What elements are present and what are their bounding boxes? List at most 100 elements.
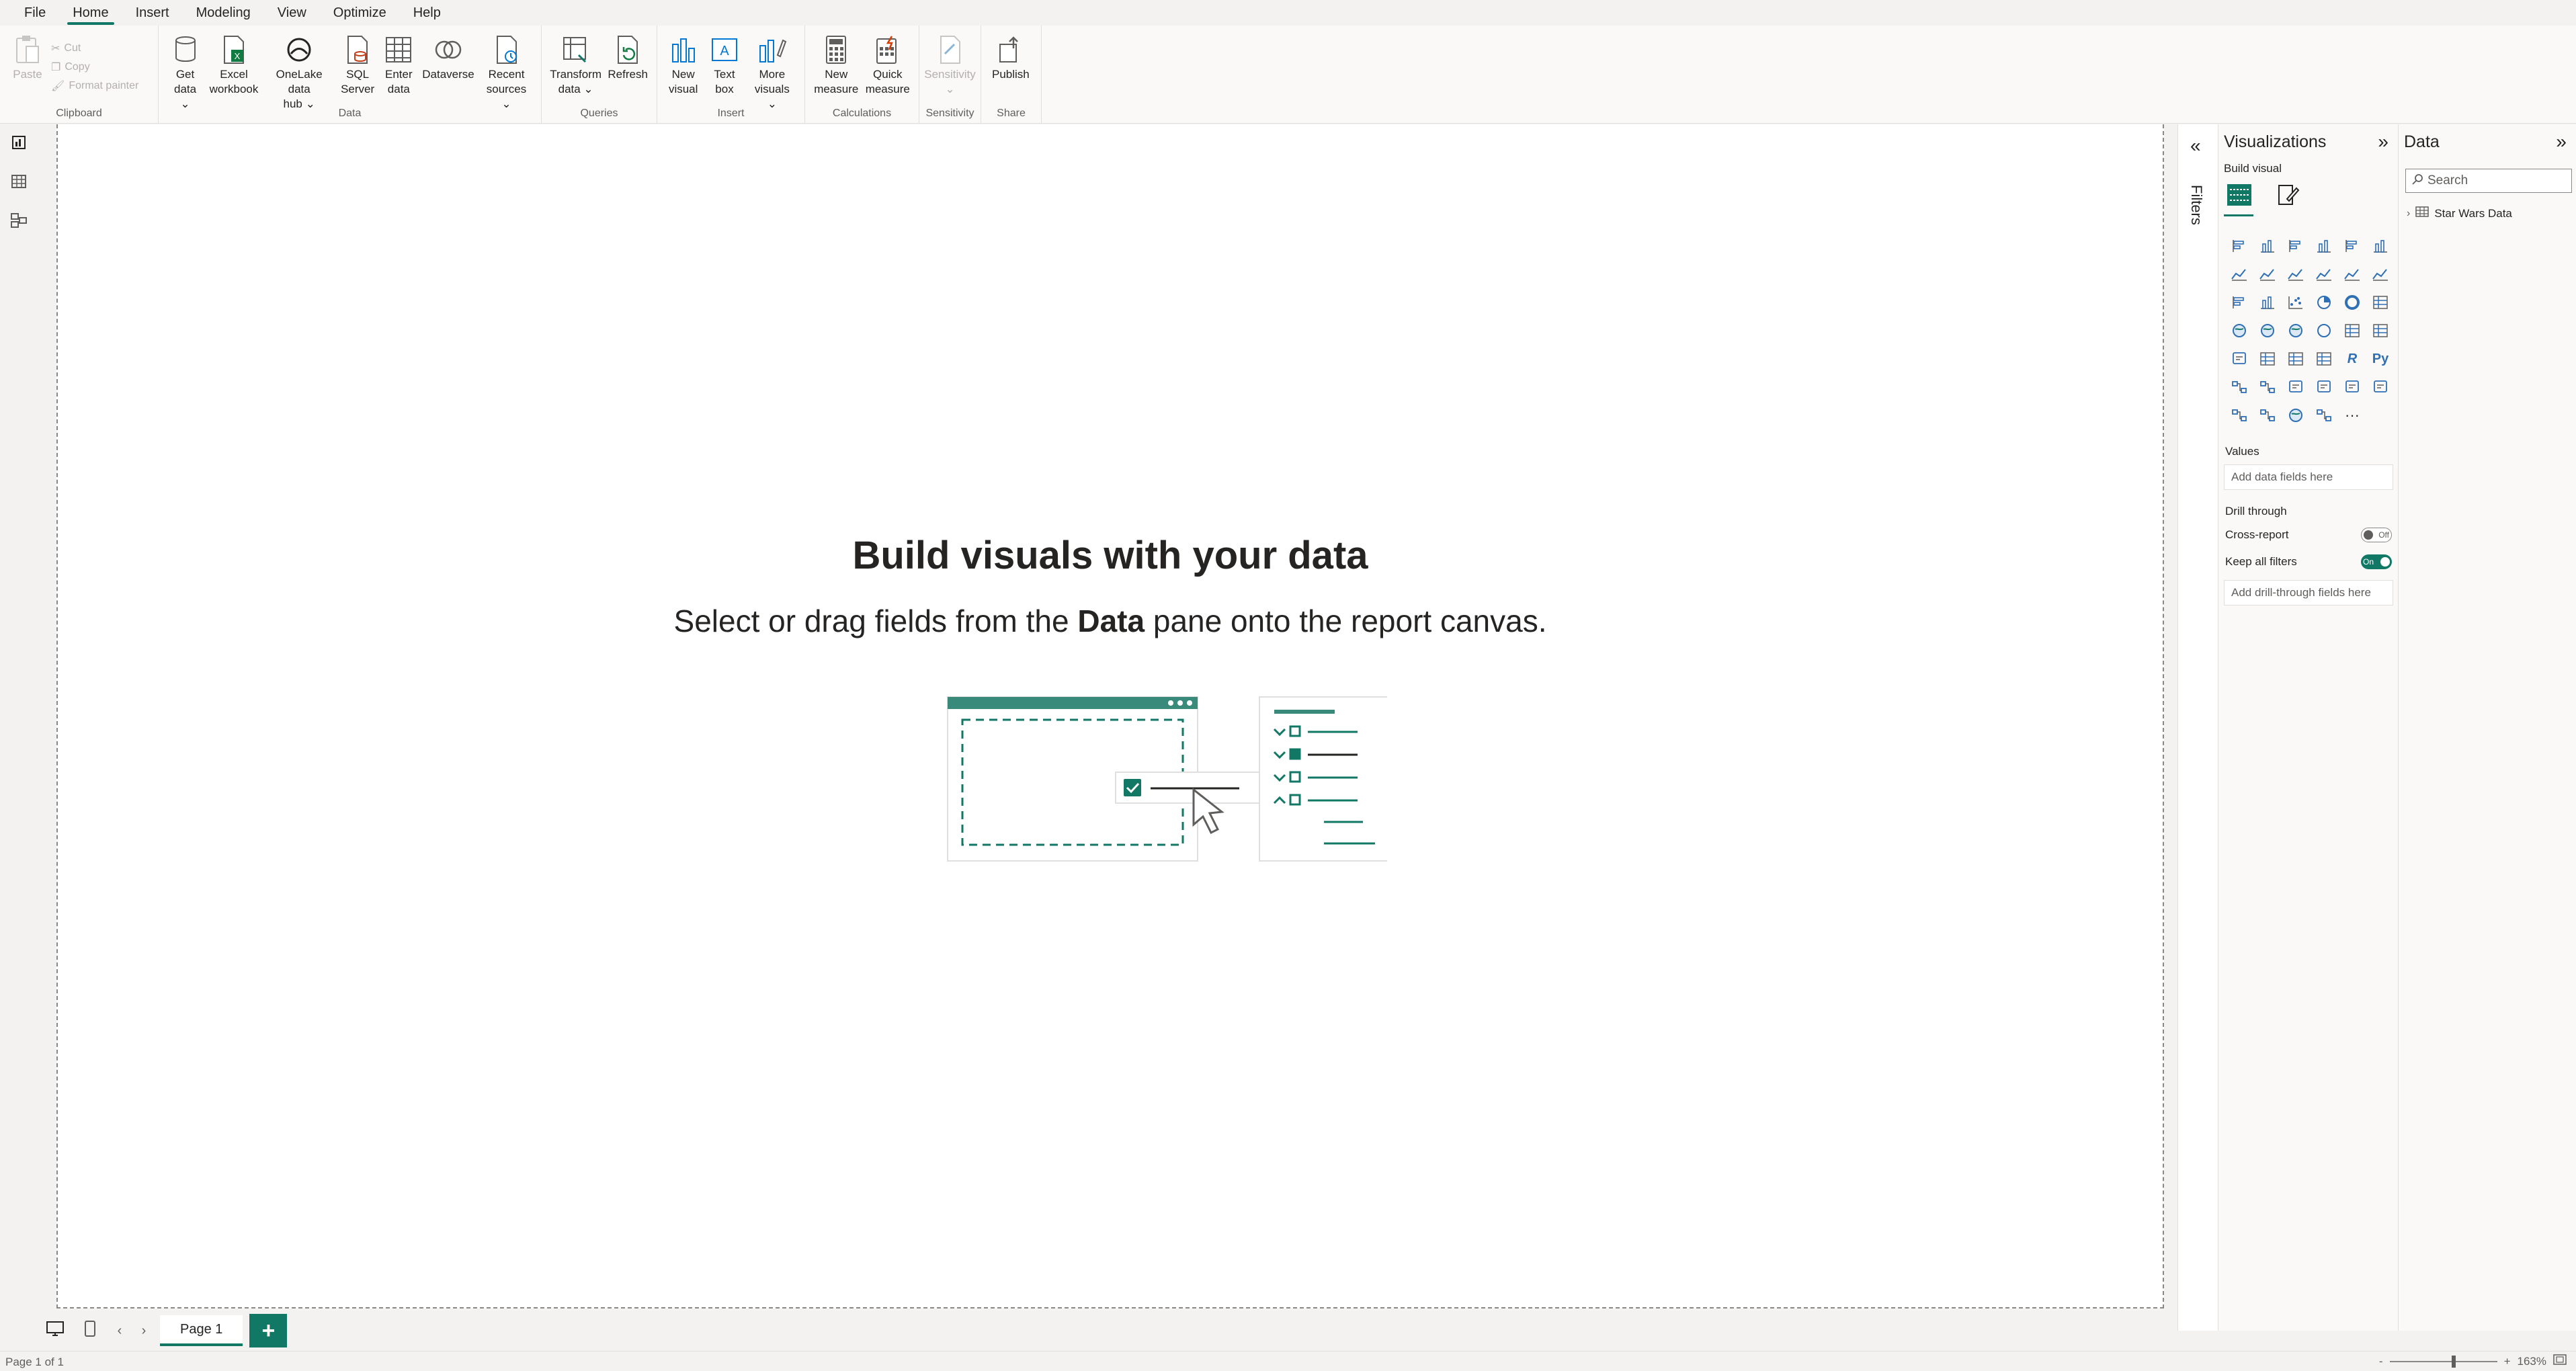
build-visual-tab[interactable] [2224, 181, 2255, 212]
qna-icon[interactable] [2282, 373, 2310, 401]
filled-map-icon[interactable] [2253, 317, 2282, 345]
menu-optimize[interactable]: Optimize [321, 0, 399, 26]
format-visual-tab[interactable] [2272, 181, 2303, 212]
table-icon[interactable] [2282, 345, 2310, 373]
previous-page-arrow[interactable]: ‹ [108, 1314, 132, 1347]
line-chart-icon[interactable] [2225, 260, 2253, 288]
card-icon[interactable] [2338, 317, 2366, 345]
funnel-icon[interactable] [2253, 288, 2282, 317]
pie-icon[interactable] [2310, 288, 2338, 317]
active-tab-indicator [2224, 214, 2253, 216]
values-field-well[interactable]: Add data fields here [2224, 464, 2393, 490]
100-stacked-column-icon[interactable] [2366, 232, 2395, 260]
desktop-layout-button[interactable] [38, 1314, 73, 1347]
next-page-arrow[interactable]: › [132, 1314, 156, 1347]
menu-file[interactable]: File [12, 0, 58, 26]
keep-all-filters-toggle[interactable]: On [2361, 554, 2392, 569]
scatter-icon[interactable] [2282, 288, 2310, 317]
page-tabs-bar: ‹ › Page 1 + [38, 1311, 2177, 1351]
line-clustered-column-icon[interactable] [2310, 260, 2338, 288]
power-automate-flow-icon[interactable] [2310, 401, 2338, 429]
filters-pane-collapsed[interactable]: « Filters [2177, 124, 2218, 1331]
copy-button[interactable]: ❐ Copy [51, 60, 138, 74]
data-search-input[interactable] [2427, 173, 2562, 188]
power-automate-icon[interactable] [2253, 401, 2282, 429]
arcgis-icon[interactable] [2282, 401, 2310, 429]
stacked-bar-icon[interactable] [2225, 232, 2253, 260]
data-group-label: Data [338, 108, 362, 119]
database-icon [169, 32, 202, 67]
bar-chart-icon [667, 32, 700, 67]
visualizations-title: Visualizations [2224, 132, 2327, 151]
more-visuals-icon[interactable]: ··· [2338, 401, 2366, 429]
cross-report-toggle[interactable]: Off [2361, 528, 2392, 542]
zoom-slider-thumb[interactable] [2451, 1355, 2456, 1368]
zoom-slider[interactable] [2389, 1355, 2497, 1368]
menu-modeling[interactable]: Modeling [184, 0, 263, 26]
excel-icon: X [217, 32, 251, 67]
kpi-icon[interactable] [2225, 345, 2253, 373]
matrix-icon[interactable] [2310, 345, 2338, 373]
cut-button[interactable]: ✂ Cut [51, 42, 138, 55]
zoom-out-button[interactable]: - [2379, 1355, 2383, 1368]
stacked-column-icon[interactable] [2253, 232, 2282, 260]
multi-row-card-icon[interactable] [2366, 317, 2395, 345]
chevron-right-icon[interactable]: › [2407, 208, 2410, 220]
table-star-wars-data[interactable]: › Star Wars Data [2407, 206, 2512, 220]
format-painter-button[interactable]: 🖌 Format painter [51, 79, 138, 93]
drill-through-field-well[interactable]: Add drill-through fields here [2224, 580, 2393, 606]
text-box-icon: A [708, 32, 741, 67]
quick-measure-icon [871, 32, 905, 67]
python-visual-icon[interactable]: Py [2366, 345, 2395, 373]
more-visuals-icon [755, 32, 789, 67]
format-brush-icon [2275, 183, 2300, 210]
menu-home[interactable]: Home [60, 0, 120, 26]
drill-through-label: Drill through [2225, 505, 2287, 517]
collapse-data-pane-icon[interactable]: » [2556, 131, 2567, 153]
report-canvas[interactable]: Build visuals with your data Select or d… [56, 124, 2164, 1308]
fit-to-page-icon[interactable] [2553, 1354, 2567, 1368]
share-group: Publish Share [981, 26, 1042, 124]
power-apps-icon[interactable] [2225, 401, 2253, 429]
collapse-visualizations-icon[interactable]: » [2378, 131, 2388, 153]
area-chart-icon[interactable] [2253, 260, 2282, 288]
visual-types-gallery: R Py ··· [2225, 232, 2397, 429]
waterfall-icon[interactable] [2225, 288, 2253, 317]
gauge-icon[interactable] [2310, 317, 2338, 345]
menu-insert[interactable]: Insert [124, 0, 181, 26]
menu-view[interactable]: View [265, 0, 319, 26]
stacked-area-icon[interactable] [2282, 260, 2310, 288]
phone-icon [84, 1320, 96, 1341]
mobile-layout-button[interactable] [73, 1314, 108, 1347]
treemap-icon[interactable] [2366, 288, 2395, 317]
line-stacked-column-icon[interactable] [2338, 260, 2366, 288]
zoom-in-button[interactable]: + [2504, 1355, 2511, 1368]
page-tab-1[interactable]: Page 1 [160, 1315, 243, 1346]
clustered-column-icon[interactable] [2310, 232, 2338, 260]
recent-sources-icon [490, 32, 524, 67]
100-stacked-bar-icon[interactable] [2338, 232, 2366, 260]
map-icon[interactable] [2225, 317, 2253, 345]
paginated-report-icon[interactable] [2366, 373, 2395, 401]
metrics-icon[interactable] [2338, 373, 2366, 401]
slicer-icon[interactable] [2253, 345, 2282, 373]
monitor-icon [46, 1321, 65, 1341]
decomposition-tree-icon[interactable] [2253, 373, 2282, 401]
zoom-control: - + 163% [2379, 1354, 2567, 1368]
azure-map-icon[interactable] [2282, 317, 2310, 345]
donut-icon[interactable] [2338, 288, 2366, 317]
add-page-button[interactable]: + [249, 1314, 288, 1347]
clustered-bar-icon[interactable] [2282, 232, 2310, 260]
key-influencers-icon[interactable] [2225, 373, 2253, 401]
report-view-button[interactable] [0, 124, 38, 163]
sensitivity-group-label: Sensitivity [925, 108, 974, 119]
ribbon-chart-icon[interactable] [2366, 260, 2395, 288]
smart-narrative-icon[interactable] [2310, 373, 2338, 401]
zoom-level: 163% [2517, 1354, 2546, 1368]
table-view-button[interactable] [0, 163, 38, 202]
menu-help[interactable]: Help [401, 0, 453, 26]
data-search-box[interactable] [2405, 169, 2572, 193]
model-view-button[interactable] [0, 202, 38, 241]
r-visual-icon[interactable]: R [2338, 345, 2366, 373]
expand-filters-icon[interactable]: « [2190, 135, 2201, 157]
